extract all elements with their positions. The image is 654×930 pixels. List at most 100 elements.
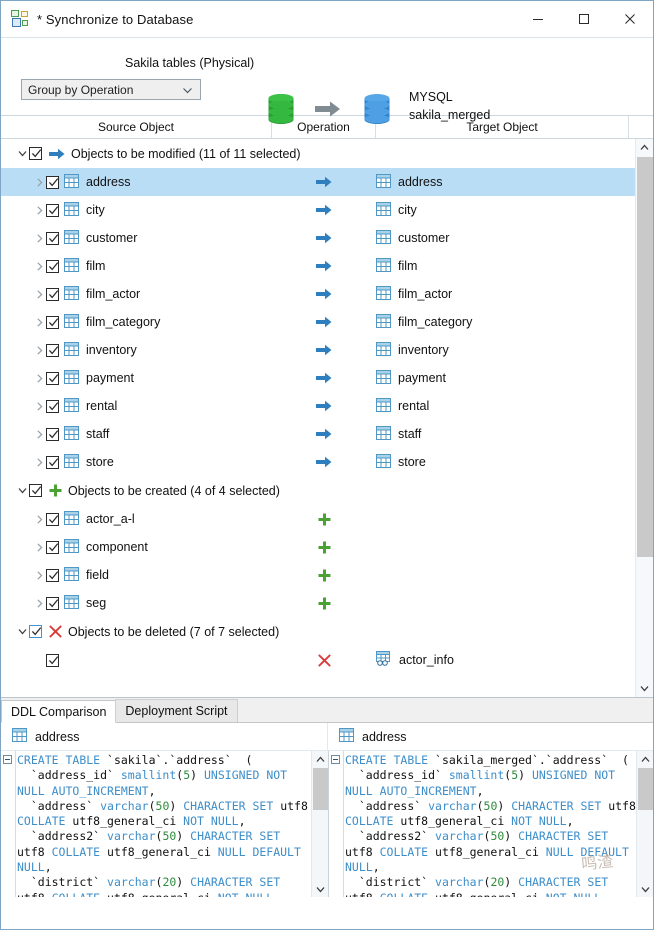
minimize-button[interactable] xyxy=(515,1,561,36)
group-checkbox[interactable] xyxy=(29,147,42,160)
chevron-down-icon[interactable] xyxy=(15,148,29,159)
scroll-up-icon[interactable] xyxy=(636,139,653,156)
chevron-right-icon[interactable] xyxy=(32,373,46,384)
scroll-up-icon[interactable] xyxy=(312,751,328,767)
table-icon xyxy=(64,566,79,584)
tree-object-row[interactable]: component xyxy=(1,533,636,561)
ddl-right-pane: CREATE TABLE `sakila_merged`.`address` (… xyxy=(328,751,653,897)
tree-object-row[interactable]: staff staff xyxy=(1,420,636,448)
object-checkbox[interactable] xyxy=(46,540,59,554)
sync-object-tree: Objects to be modified (11 of 11 selecte… xyxy=(1,139,653,698)
table-icon xyxy=(64,201,79,219)
source-object-label: customer xyxy=(86,231,138,245)
tree-object-row[interactable]: field xyxy=(1,561,636,589)
chevron-right-icon[interactable] xyxy=(32,457,46,468)
group-checkbox[interactable] xyxy=(29,625,42,638)
ddl-left-scrollbar[interactable] xyxy=(311,751,328,897)
chevron-right-icon[interactable] xyxy=(32,177,46,188)
scroll-down-icon[interactable] xyxy=(637,881,653,897)
tree-object-row[interactable]: film_actor film_actor xyxy=(1,280,636,308)
object-checkbox[interactable] xyxy=(46,259,59,273)
chevron-right-icon[interactable] xyxy=(32,233,46,244)
fold-collapse-icon[interactable] xyxy=(331,755,340,764)
object-checkbox[interactable] xyxy=(46,287,59,301)
chevron-right-icon[interactable] xyxy=(32,345,46,356)
tree-group-row[interactable]: Objects to be created (4 of 4 selected) xyxy=(1,476,636,505)
object-checkbox[interactable] xyxy=(46,596,59,610)
column-header-source[interactable]: Source Object xyxy=(1,116,272,138)
chevron-right-icon[interactable] xyxy=(32,514,46,525)
tree-object-row[interactable]: city city xyxy=(1,196,636,224)
object-checkbox[interactable] xyxy=(46,315,59,329)
object-checkbox[interactable] xyxy=(46,203,59,217)
tree-object-row[interactable]: customer customer xyxy=(1,224,636,252)
tree-object-row[interactable]: actor_a-l xyxy=(1,505,636,533)
tree-scrollbar-thumb[interactable] xyxy=(637,157,653,557)
object-checkbox[interactable] xyxy=(46,343,59,357)
tree-object-row[interactable]: film film xyxy=(1,252,636,280)
fold-collapse-icon[interactable] xyxy=(3,755,12,764)
plus-green-icon xyxy=(49,484,62,497)
object-checkbox[interactable] xyxy=(46,231,59,245)
arrow-right-blue-icon xyxy=(272,168,376,196)
close-button[interactable] xyxy=(607,1,653,36)
target-object-label: film_actor xyxy=(398,287,453,301)
table-icon xyxy=(64,594,79,612)
table-icon xyxy=(376,229,391,247)
tree-object-row[interactable]: seg xyxy=(1,589,636,617)
tab-deployment-script[interactable]: Deployment Script xyxy=(115,699,238,722)
chevron-right-icon[interactable] xyxy=(32,429,46,440)
chevron-right-icon[interactable] xyxy=(32,598,46,609)
scroll-down-icon[interactable] xyxy=(636,680,653,697)
tree-group-row[interactable]: Objects to be deleted (7 of 7 selected) xyxy=(1,617,636,646)
chevron-down-icon[interactable] xyxy=(15,485,29,496)
ddl-left-scrollbar-thumb[interactable] xyxy=(313,768,328,810)
object-checkbox[interactable] xyxy=(46,399,59,413)
object-checkbox[interactable] xyxy=(46,512,59,526)
tree-object-row[interactable]: actor_info xyxy=(1,646,636,674)
group-by-select[interactable]: Group by Operation xyxy=(21,79,201,100)
source-object-label: film xyxy=(86,259,106,273)
target-object-label: staff xyxy=(398,427,422,441)
ddl-right-scrollbar[interactable] xyxy=(636,751,653,897)
chevron-right-icon[interactable] xyxy=(32,542,46,553)
target-object-label: inventory xyxy=(398,343,449,357)
object-checkbox[interactable] xyxy=(46,371,59,385)
title-bar: * Synchronize to Database xyxy=(1,1,653,38)
tree-object-row[interactable]: rental rental xyxy=(1,392,636,420)
object-checkbox[interactable] xyxy=(46,455,59,469)
maximize-button[interactable] xyxy=(561,1,607,36)
scroll-down-icon[interactable] xyxy=(312,881,328,897)
table-icon xyxy=(64,538,79,556)
tree-object-row[interactable]: film_category film_category xyxy=(1,308,636,336)
object-checkbox[interactable] xyxy=(46,568,59,582)
chevron-right-icon[interactable] xyxy=(32,317,46,328)
arrow-right-blue-icon xyxy=(272,420,376,448)
chevron-right-icon[interactable] xyxy=(32,205,46,216)
tree-object-row[interactable]: address address xyxy=(1,168,636,196)
ddl-right-scrollbar-thumb[interactable] xyxy=(638,768,653,810)
object-checkbox[interactable] xyxy=(46,427,59,441)
table-icon xyxy=(376,257,391,275)
tree-group-row[interactable]: Objects to be modified (11 of 11 selecte… xyxy=(1,139,636,168)
tree-vertical-scrollbar[interactable] xyxy=(635,139,653,697)
chevron-right-icon[interactable] xyxy=(32,261,46,272)
chevron-down-icon[interactable] xyxy=(15,626,29,637)
tree-object-row[interactable]: inventory inventory xyxy=(1,336,636,364)
ddl-right-code[interactable]: CREATE TABLE `sakila_merged`.`address` (… xyxy=(345,753,636,897)
table-icon xyxy=(64,425,79,443)
view-icon xyxy=(376,651,392,669)
group-checkbox[interactable] xyxy=(29,484,42,497)
tab-ddl-comparison[interactable]: DDL Comparison xyxy=(1,700,117,723)
chevron-right-icon[interactable] xyxy=(32,401,46,412)
tree-object-row[interactable]: payment payment xyxy=(1,364,636,392)
chevron-right-icon[interactable] xyxy=(32,570,46,581)
scroll-up-icon[interactable] xyxy=(637,751,653,767)
synchronize-to-database-window: * Synchronize to Database Sakila tables … xyxy=(0,0,654,930)
chevron-right-icon[interactable] xyxy=(32,289,46,300)
object-checkbox[interactable] xyxy=(46,175,59,189)
tree-object-row[interactable]: store store xyxy=(1,448,636,476)
target-object-label: film xyxy=(398,259,418,273)
object-checkbox[interactable] xyxy=(46,653,59,667)
ddl-left-code[interactable]: CREATE TABLE `sakila`.`address` ( `addre… xyxy=(17,753,311,897)
